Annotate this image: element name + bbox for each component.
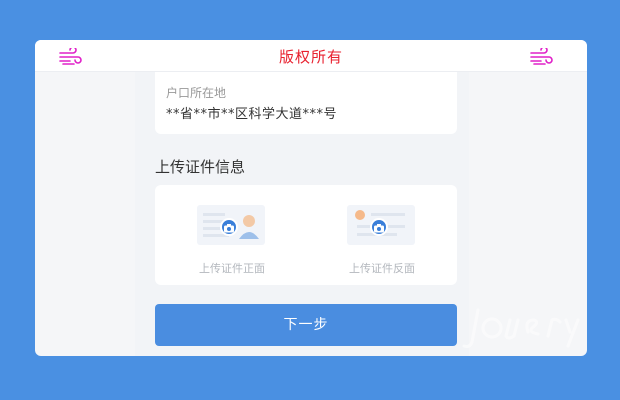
watermark-logo [462, 308, 580, 348]
upload-back-button[interactable]: 上传证件反面 [332, 203, 432, 275]
camera-icon [220, 218, 238, 236]
upload-front-button[interactable]: 上传证件正面 [182, 203, 282, 275]
upload-section-title: 上传证件信息 [155, 158, 246, 176]
next-step-button[interactable]: 下一步 [155, 304, 457, 346]
upload-card: 上传证件正面 上传证件反面 [155, 185, 457, 285]
address-value: **省**市**区科学大道***号 [166, 107, 338, 122]
upload-front-label: 上传证件正面 [199, 262, 265, 275]
address-label: 户口所在地 [166, 86, 227, 100]
top-bar: 版权所有 [35, 40, 587, 72]
page-title: 版权所有 [278, 48, 343, 66]
wind-icon[interactable] [529, 48, 553, 66]
camera-icon [370, 218, 388, 236]
form-content: 户口所在地 **省**市**区科学大道***号 上传证件信息 上传证件正面 上传… [135, 40, 469, 356]
upload-back-label: 上传证件反面 [349, 262, 415, 275]
